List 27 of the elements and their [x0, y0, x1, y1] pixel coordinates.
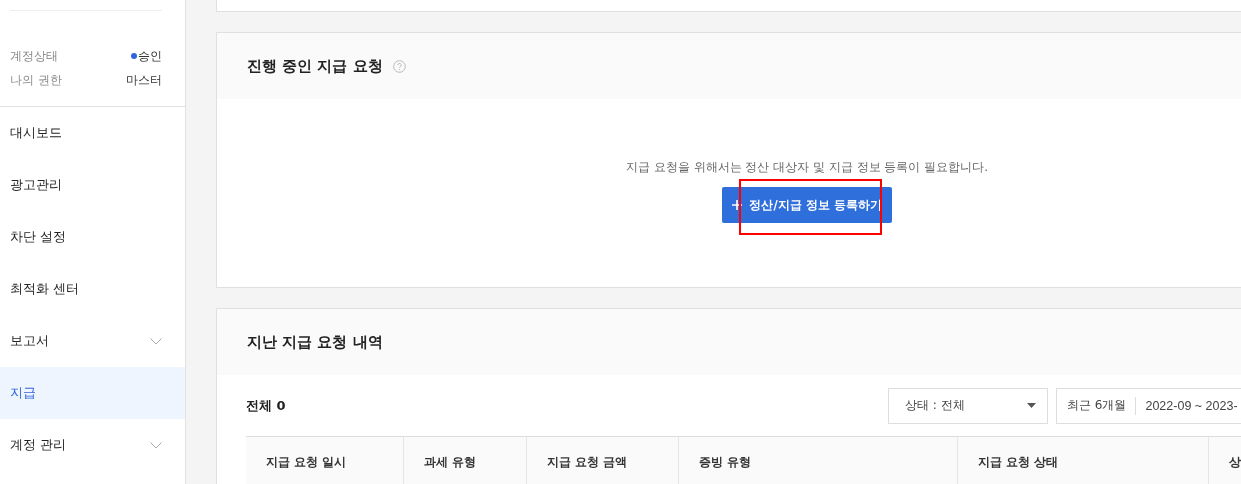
column-header: 증빙 유형	[679, 437, 958, 484]
register-button[interactable]: 정산/지급 정보 등록하기	[722, 187, 892, 223]
help-icon[interactable]	[392, 59, 406, 73]
date-range-picker[interactable]: 최근 6개월 2022-09 ~ 2023-	[1056, 387, 1241, 424]
sidebar-item[interactable]: 광고관리	[0, 159, 185, 211]
account-value: 마스터	[126, 72, 162, 88]
sidebar-item[interactable]: 보고서	[0, 315, 185, 367]
account-label: 계정상태	[10, 48, 58, 64]
total-count: 전체 0	[246, 396, 287, 415]
plus-icon	[732, 200, 743, 210]
section-title: 지난 지급 요청 내역	[247, 332, 383, 352]
sidebar-item[interactable]: 최적화 센터	[0, 263, 185, 315]
sidebar-item[interactable]: 계정 관리	[0, 419, 185, 471]
sidebar-item[interactable]: 대시보드	[0, 107, 185, 159]
account-label: 나의 권한	[10, 72, 62, 88]
info-message: 지급 요청을 위해서는 정산 대상자 및 지급 정보 등록이 필요합니다.	[625, 159, 989, 176]
sidebar-item[interactable]: 지급	[0, 367, 185, 419]
dropdown-arrow-icon	[1027, 403, 1036, 408]
column-header: 지급 요청 일시	[246, 437, 404, 484]
section-title: 진행 중인 지급 요청	[247, 56, 383, 76]
column-header: 지급 요청 상태	[958, 437, 1209, 484]
account-value: 승인	[138, 48, 162, 64]
status-dropdown[interactable]: 상태 : 전체	[888, 387, 1048, 424]
column-header: 상	[1209, 437, 1241, 484]
column-header: 과세 유형	[404, 437, 527, 484]
column-header: 지급 요청 금액	[527, 437, 679, 484]
sidebar-item[interactable]: 차단 설정	[0, 211, 185, 263]
